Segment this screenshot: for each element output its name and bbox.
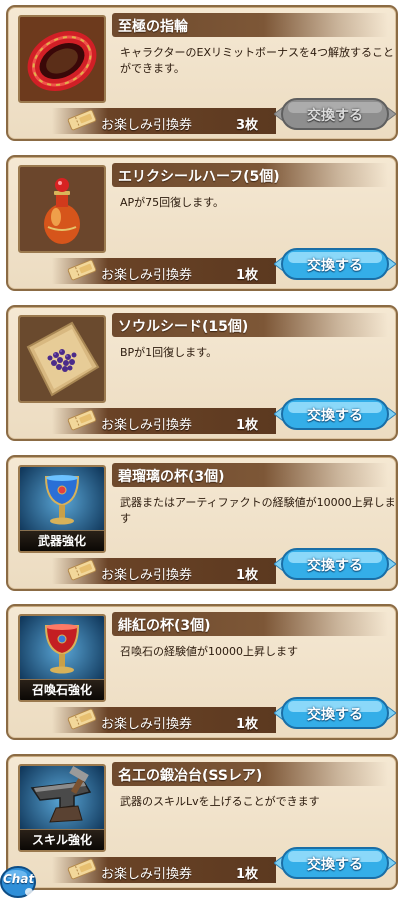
currency-name: お楽しみ引換券	[101, 268, 193, 283]
item-cost: 1枚	[236, 268, 259, 283]
item-name: 緋紅の杯(3個)	[118, 618, 211, 634]
item-cost: 1枚	[236, 717, 259, 732]
exchange-button[interactable]: 交換する	[274, 696, 396, 730]
item-name: エリクシールハーフ(5個)	[118, 169, 280, 185]
item-description: 武器のスキルLvを上げることができます	[120, 795, 320, 808]
currency-name: お楽しみ引換券	[101, 568, 193, 583]
currency-name: お楽しみ引換券	[101, 717, 193, 732]
exchange-item-card: ソウルシード(15個) BPが1回復します。 お楽しみ引換券 1枚 交換する	[6, 305, 398, 441]
exchange-item-card: 武器強化 碧瑠璃の杯(3個) 武器またはアーティファクトの経験値が10000上昇…	[6, 455, 398, 591]
exchange-button[interactable]: 交換する	[274, 547, 396, 581]
anvil-icon: スキル強化	[18, 764, 106, 852]
chat-button[interactable]: Chat	[0, 864, 38, 899]
item-description: キャラクターのEXリミットボーナスを4つ解放することができます。	[120, 46, 395, 75]
exchange-button[interactable]: 交換する	[274, 247, 396, 281]
exchange-item-card: スキル強化 名工の鍛冶台(SSレア) 武器のスキルLvを上げることができます お…	[6, 754, 398, 890]
item-name: ソウルシード(15個)	[118, 319, 249, 335]
soul-seed-icon	[18, 315, 106, 403]
currency-name: お楽しみ引換券	[101, 418, 193, 433]
ring-icon	[18, 15, 106, 103]
item-name: 名工の鍛冶台(SSレア)	[118, 768, 263, 784]
item-name: 至極の指輪	[118, 19, 188, 35]
enhance-label: スキル強化	[20, 829, 104, 850]
item-description: 武器またはアーティファクトの経験値が10000上昇します	[120, 496, 396, 525]
item-name: 碧瑠璃の杯(3個)	[118, 469, 225, 485]
red-chalice-icon: 召喚石強化	[18, 614, 106, 702]
blue-chalice-icon: 武器強化	[18, 465, 106, 553]
enhance-label: 召喚石強化	[20, 679, 104, 700]
ticket-icon	[67, 858, 97, 880]
currency-name: お楽しみ引換券	[101, 867, 193, 882]
exchange-item-card: 召喚石強化 緋紅の杯(3個) 召喚石の経験値が10000上昇します お楽しみ引換…	[6, 604, 398, 740]
item-cost: 1枚	[236, 418, 259, 433]
ticket-icon	[67, 259, 97, 281]
ticket-icon	[67, 409, 97, 431]
exchange-item-card: エリクシールハーフ(5個) APが75回復します。 お楽しみ引換券 1枚 交換す…	[6, 155, 398, 291]
currency-name: お楽しみ引換券	[101, 118, 193, 133]
exchange-button[interactable]: 交換する	[274, 397, 396, 431]
item-cost: 3枚	[236, 118, 259, 133]
item-description: 召喚石の経験値が10000上昇します	[120, 645, 298, 658]
ticket-icon	[67, 109, 97, 131]
enhance-label: 武器強化	[20, 530, 104, 551]
item-description: APが75回復します。	[120, 196, 225, 209]
ticket-icon	[67, 708, 97, 730]
item-description: BPが1回復します。	[120, 346, 218, 359]
ticket-icon	[67, 559, 97, 581]
exchange-button[interactable]: 交換する	[274, 97, 396, 131]
item-cost: 1枚	[236, 867, 259, 882]
exchange-item-card: 至極の指輪 キャラクターのEXリミットボーナスを4つ解放することができます。 お…	[6, 5, 398, 141]
exchange-button[interactable]: 交換する	[274, 846, 396, 880]
elixir-potion-icon	[18, 165, 106, 253]
item-cost: 1枚	[236, 568, 259, 583]
